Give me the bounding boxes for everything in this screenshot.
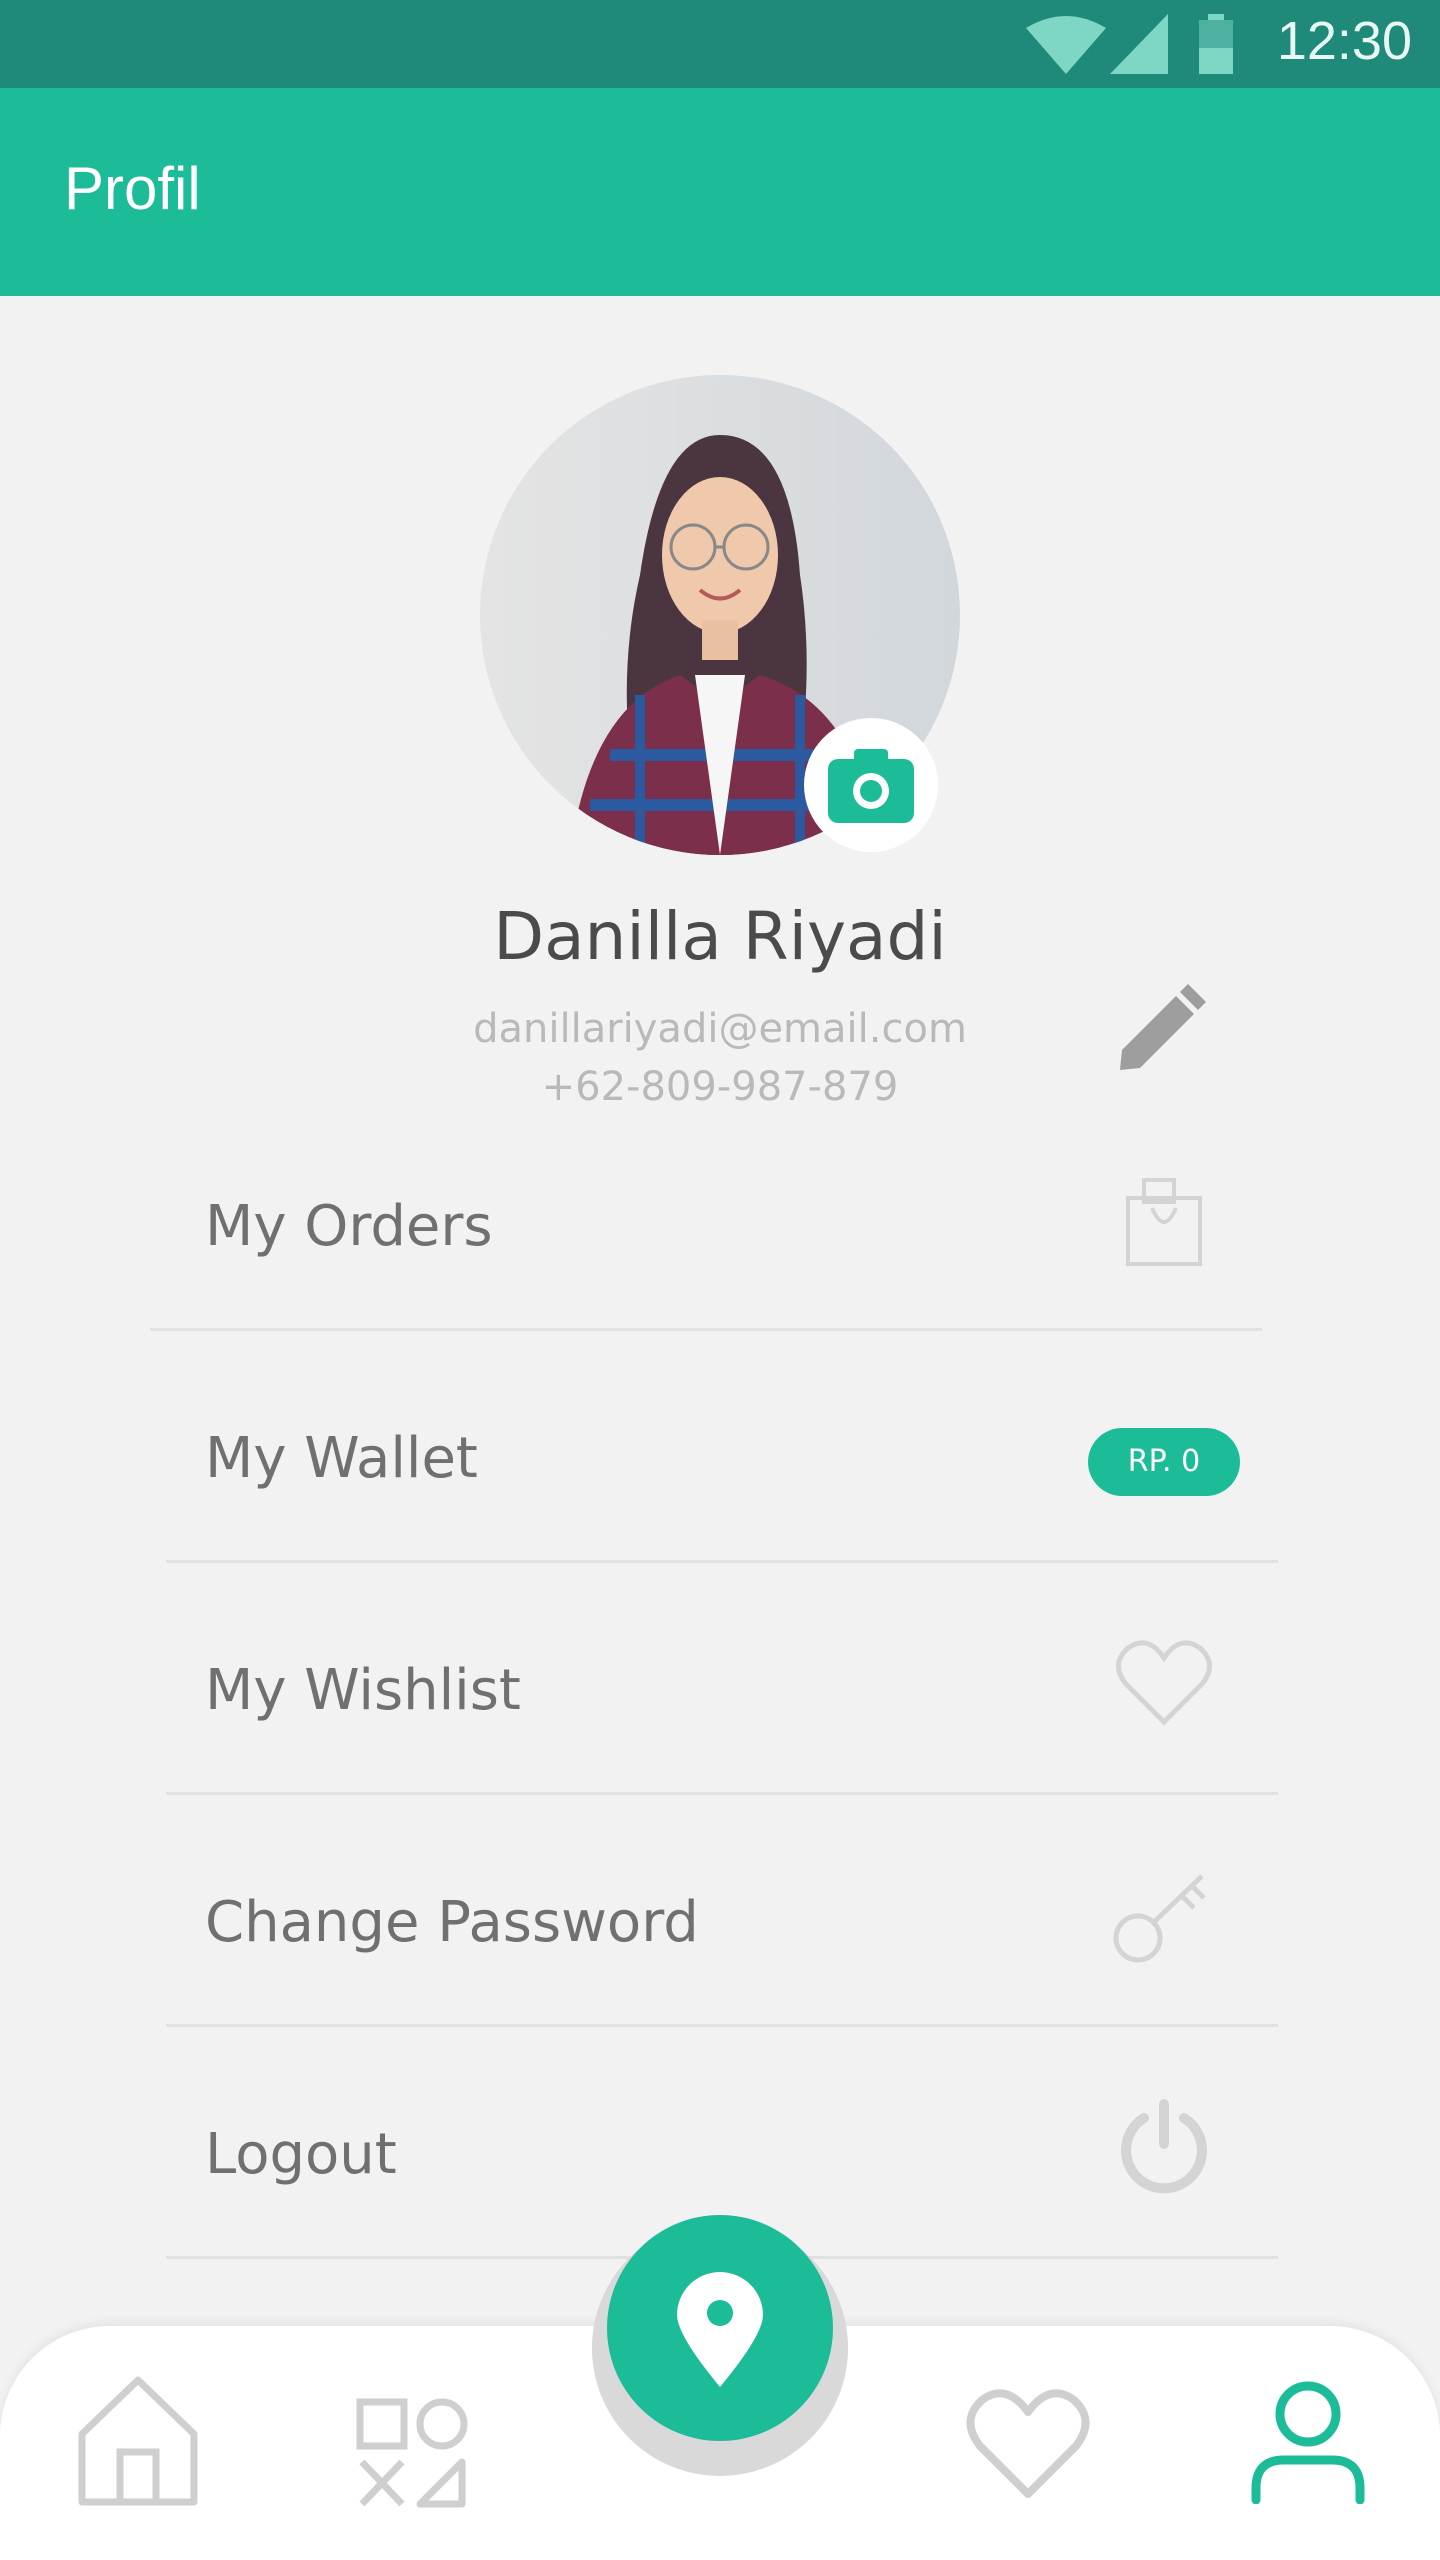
avatar-container — [480, 375, 960, 855]
heart-icon — [1116, 1640, 1212, 1726]
power-icon — [1121, 2099, 1207, 2194]
pencil-icon — [1120, 984, 1206, 1070]
menu-item-label: Change Password — [205, 1890, 699, 1955]
menu-item-my-wishlist[interactable]: My Wishlist — [0, 1574, 1440, 1804]
location-pin-icon — [677, 2272, 763, 2387]
key-icon — [1113, 1874, 1206, 1963]
status-time: 12:30 — [1276, 11, 1412, 71]
user-email: danillariyadi@email.com — [473, 1006, 967, 1052]
user-phone: +62-809-987-879 — [541, 1064, 899, 1110]
menu-item-change-password[interactable]: Change Password — [0, 1806, 1440, 2036]
signal-icon — [1110, 14, 1168, 74]
camera-icon — [828, 749, 914, 823]
nav-wishlist[interactable] — [966, 2386, 1090, 2506]
profile-icon — [1251, 2381, 1365, 2505]
nav-categories[interactable] — [354, 2396, 470, 2516]
divider — [150, 1328, 1262, 1331]
divider — [166, 2024, 1278, 2027]
home-icon — [78, 2376, 198, 2506]
wallet-balance-badge: RP. 0 — [1088, 1428, 1240, 1496]
divider — [166, 1560, 1278, 1563]
location-button[interactable] — [607, 2215, 833, 2441]
wifi-icon — [1026, 16, 1106, 74]
menu-item-label: Logout — [205, 2122, 397, 2187]
app-bar: Profil — [0, 88, 1440, 296]
divider — [166, 1792, 1278, 1795]
menu-item-label: My Orders — [205, 1194, 493, 1259]
menu-item-my-orders[interactable]: My Orders — [0, 1110, 1440, 1340]
nav-profile[interactable] — [1250, 2380, 1366, 2508]
menu-item-label: My Wallet — [205, 1426, 478, 1491]
edit-profile-button[interactable] — [1110, 980, 1210, 1080]
categories-icon — [356, 2398, 468, 2508]
battery-icon — [1199, 14, 1233, 74]
user-name: Danilla Riyadi — [493, 898, 947, 975]
heart-icon — [966, 2389, 1090, 2498]
change-photo-button[interactable] — [804, 718, 938, 852]
status-bar: 12:30 — [0, 0, 1440, 88]
page-title: Profil — [64, 155, 201, 222]
menu-item-label: My Wishlist — [205, 1658, 521, 1723]
shopping-bag-icon — [1126, 1178, 1202, 1266]
nav-home[interactable] — [76, 2374, 200, 2512]
